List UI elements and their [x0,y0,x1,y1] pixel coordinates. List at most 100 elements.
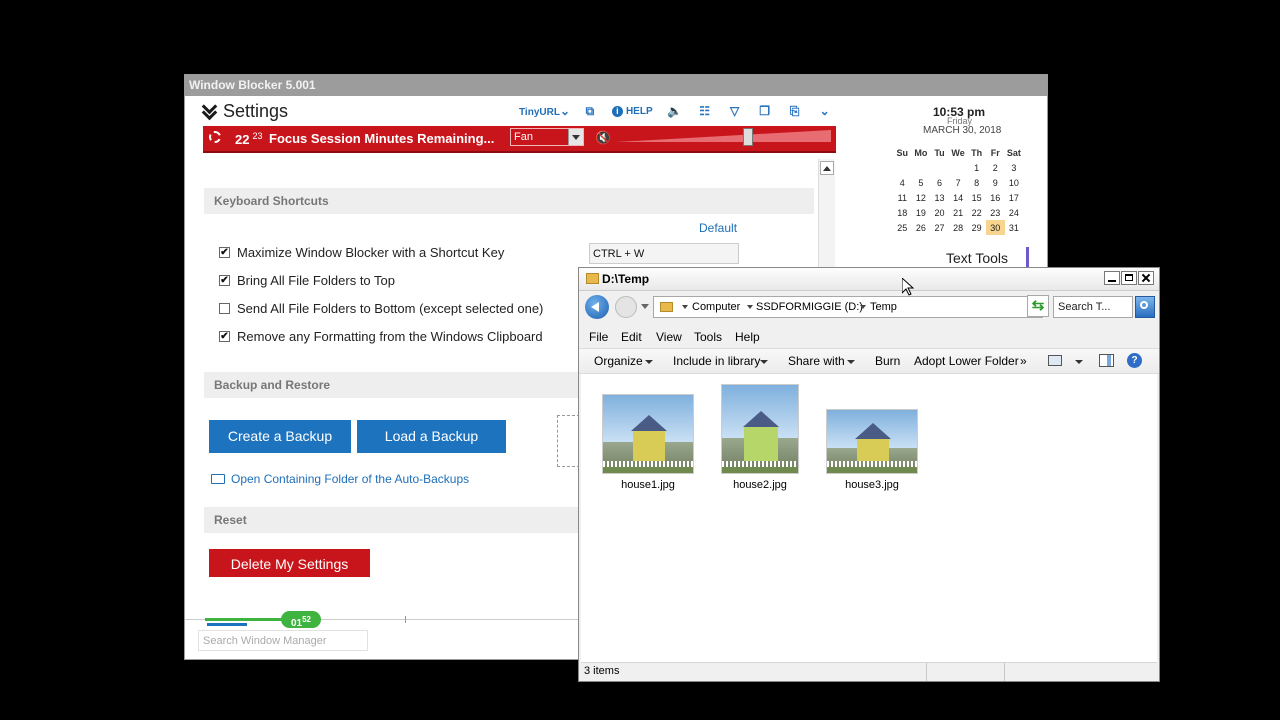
expand-chevron-icon[interactable]: ⌄ [817,104,833,118]
shortcut-option-1[interactable]: ✔ Maximize Window Blocker with a Shortcu… [219,245,504,260]
calendar-day[interactable]: 13 [930,190,949,205]
calendar-day[interactable]: 2 [986,160,1005,175]
chevron-right-icon[interactable] [860,305,866,309]
calendar-day[interactable]: 12 [912,190,931,205]
chevron-right-icon[interactable] [747,305,753,309]
explorer-search-input[interactable]: Search T... [1053,296,1133,318]
checkbox[interactable]: ✔ [219,275,230,286]
preview-pane-icon[interactable] [1099,354,1114,367]
calendar-day[interactable]: 6 [930,175,949,190]
settings-header[interactable]: Settings [201,101,288,122]
sound-select[interactable]: Fan [510,128,584,146]
calendar-day[interactable]: 7 [949,175,968,190]
scroll-up-icon[interactable] [820,161,834,175]
change-view-icon[interactable] [1048,355,1062,366]
burn-button[interactable]: Burn [875,354,900,368]
menu-help[interactable]: Help [735,330,760,344]
calendar-day[interactable]: 4 [893,175,912,190]
chevron-down-icon[interactable] [1075,360,1083,364]
volume-slider-thumb[interactable] [743,128,753,146]
load-backup-button[interactable]: Load a Backup [357,420,506,453]
share-with-button[interactable]: Share with [788,354,845,368]
shortcut-option-3[interactable]: Send All File Folders to Bottom (except … [219,301,543,316]
file-item-house3[interactable]: house3.jpg [817,384,927,491]
file-item-house2[interactable]: house2.jpg [705,384,815,491]
filter-icon[interactable]: ▽ [727,104,743,118]
shortcut-option-2[interactable]: ✔ Bring All File Folders to Top [219,273,395,288]
default-link[interactable]: Default [699,221,737,235]
calendar-day[interactable]: 19 [912,205,931,220]
calendar-day[interactable]: 25 [893,220,912,235]
forward-button[interactable] [615,296,637,318]
calendar-day[interactable]: 8 [967,175,986,190]
breadcrumb-drive[interactable]: SSDFORMIGGIE (D:) [756,301,863,313]
calendar-day[interactable]: 9 [986,175,1005,190]
maximize-button[interactable] [1121,271,1137,285]
calendar-day[interactable]: 14 [949,190,968,205]
calendar-day[interactable]: 26 [912,220,931,235]
breadcrumb-computer[interactable]: Computer [692,301,740,313]
calendar-day[interactable]: 5 [912,175,931,190]
volume-icon[interactable]: 🔈 [667,104,683,118]
explorer-titlebar[interactable]: D:\Temp [579,268,1159,291]
back-button[interactable] [585,295,609,319]
session-timeline[interactable]: 0152 [185,611,585,629]
window-arrange-icon[interactable]: ⧉ [582,104,598,118]
shortcut-key-input[interactable]: CTRL + W [589,243,739,264]
double-chevron-down-icon[interactable] [201,104,217,120]
checkbox[interactable] [219,303,230,314]
file-item-house1[interactable]: house1.jpg [593,384,703,491]
calendar-day[interactable]: 31 [1005,220,1024,235]
calendar-day[interactable]: 23 [986,205,1005,220]
calendar-day[interactable]: 17 [1005,190,1024,205]
menu-view[interactable]: View [656,330,682,344]
calendar-day[interactable]: 21 [949,205,968,220]
menu-tools[interactable]: Tools [694,330,722,344]
help-button[interactable]: i HELP [611,105,653,117]
drop-zone[interactable] [557,415,580,467]
window-stack-icon[interactable]: ❐ [757,104,773,118]
calendar-day[interactable]: 29 [967,220,986,235]
text-tools-label[interactable]: Text Tools [946,250,1008,266]
mute-icon[interactable]: 🔇 [595,130,611,146]
adopt-lower-folder-button[interactable]: Adopt Lower Folder [914,354,1019,368]
checkbox[interactable]: ✔ [219,331,230,342]
calendar-day[interactable]: 15 [967,190,986,205]
menu-edit[interactable]: Edit [621,330,642,344]
calendar-day[interactable]: 28 [949,220,968,235]
calendar-day[interactable]: 16 [986,190,1005,205]
minimize-button[interactable] [1104,271,1120,285]
search-window-manager-input[interactable]: Search Window Manager [198,630,368,651]
create-backup-button[interactable]: Create a Backup [209,420,351,453]
organize-button[interactable]: Organize [594,354,643,368]
calendar-today[interactable]: 30 [985,220,1005,235]
calendar-day[interactable]: 10 [1005,175,1024,190]
tinyurl-button[interactable]: TinyURL⌄ [519,104,570,118]
calendar-day[interactable]: 3 [1005,160,1024,175]
refresh-icon[interactable]: ⇆ [1027,295,1049,317]
calendar-day[interactable]: 1 [967,160,986,175]
history-dropdown-icon[interactable] [641,304,649,309]
address-bar[interactable]: Computer SSDFORMIGGIE (D:) Temp [653,296,1043,318]
delete-settings-button[interactable]: Delete My Settings [209,549,370,577]
close-button[interactable] [1138,271,1154,285]
volume-slider[interactable] [616,128,831,146]
calendar-day[interactable]: 27 [930,220,949,235]
menu-file[interactable]: File [589,330,608,344]
breadcrumb-temp[interactable]: Temp [870,301,897,313]
include-in-library-button[interactable]: Include in library [673,354,760,368]
calendar-day[interactable]: 11 [893,190,912,205]
window-up-icon[interactable]: ⎘ [787,104,803,118]
search-icon[interactable] [1135,296,1155,318]
more-commands-button[interactable]: » [1020,354,1027,368]
open-backup-folder-link[interactable]: Open Containing Folder of the Auto-Backu… [211,472,469,486]
settings-scrollbar[interactable] [818,159,835,269]
help-icon[interactable]: ? [1127,353,1142,368]
calendar-day[interactable]: 24 [1005,205,1024,220]
calendar-day[interactable]: 20 [930,205,949,220]
checkbox[interactable]: ✔ [219,247,230,258]
chevron-right-icon[interactable] [682,305,688,309]
equalizer-icon[interactable]: ☷ [697,104,713,118]
calendar-day[interactable]: 18 [893,205,912,220]
calendar-day[interactable]: 22 [967,205,986,220]
